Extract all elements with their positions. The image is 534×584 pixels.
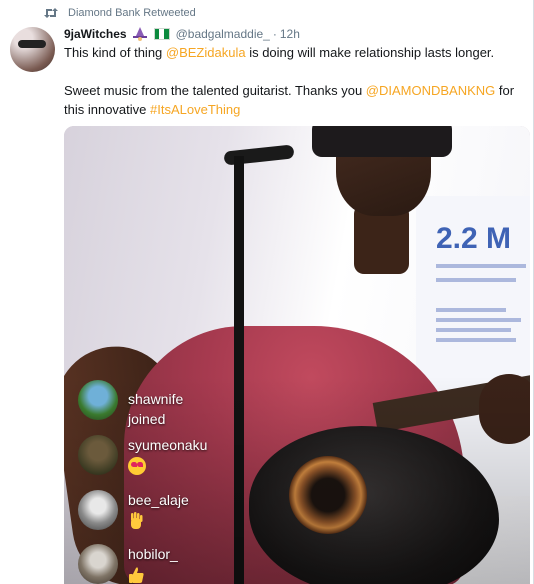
video-media[interactable]: 2.2 M shawnife joined syumeonaku bee_ala… bbox=[64, 126, 530, 584]
comment-username: syumeonaku bbox=[128, 437, 208, 453]
nigeria-flag-icon bbox=[153, 28, 170, 40]
comment-username: bee_alaje bbox=[128, 492, 189, 508]
avatar-glasses bbox=[18, 40, 46, 48]
banner-text-line bbox=[436, 318, 521, 322]
comment-content: hobilor_ bbox=[128, 544, 178, 584]
live-comment: hobilor_ bbox=[78, 544, 178, 584]
mention-link[interactable]: @BEZidakula bbox=[166, 45, 246, 60]
comment-emoji bbox=[128, 457, 207, 480]
banner-text-line bbox=[436, 278, 516, 282]
live-comment: shawnife joined bbox=[78, 380, 183, 429]
banner-text-line bbox=[436, 264, 526, 268]
live-comment: bee_alaje bbox=[78, 490, 189, 535]
tweet-text-line-1: This kind of thing @BEZidakula is doing … bbox=[64, 43, 524, 62]
retweet-icon bbox=[44, 8, 58, 18]
tweet-text-line-3: this innovative #ItsALoveThing bbox=[64, 100, 524, 119]
banner-title: 2.2 M bbox=[436, 222, 512, 255]
comment-emoji bbox=[128, 512, 189, 535]
comment-content: shawnife joined bbox=[128, 389, 183, 429]
comment-username: shawnife joined bbox=[128, 391, 184, 427]
commenter-avatar[interactable] bbox=[78, 435, 118, 475]
comment-emoji bbox=[128, 566, 178, 584]
comment-content: bee_alaje bbox=[128, 490, 189, 535]
commenter-avatar[interactable] bbox=[78, 544, 118, 584]
banner-text-line bbox=[436, 338, 516, 342]
mention-link[interactable]: @DIAMONDBANKNG bbox=[366, 83, 496, 98]
thumbs-up-emoji-icon bbox=[129, 567, 144, 583]
commenter-avatar[interactable] bbox=[78, 380, 118, 420]
banner-text-line bbox=[436, 308, 506, 312]
guitarist-cap bbox=[312, 126, 452, 157]
commenter-avatar[interactable] bbox=[78, 490, 118, 530]
live-comment: syumeonaku bbox=[78, 435, 207, 480]
comment-username: hobilor_ bbox=[128, 546, 178, 562]
waving-hand-emoji-icon bbox=[131, 512, 143, 529]
tweet-header: 9jaWitches @badgalmaddie_ · 12h bbox=[64, 27, 300, 41]
heart-eyes-emoji-icon bbox=[128, 457, 146, 475]
witch-emoji-icon bbox=[132, 27, 147, 41]
tweet-text: This kind of thing @BEZidakula is doing … bbox=[64, 43, 524, 119]
text-segment: This kind of thing bbox=[64, 45, 166, 60]
user-handle[interactable]: @badgalmaddie_ bbox=[176, 27, 270, 41]
text-segment: for bbox=[495, 83, 515, 98]
separator: · bbox=[272, 27, 277, 41]
comment-content: syumeonaku bbox=[128, 435, 207, 480]
text-segment: this innovative bbox=[64, 102, 150, 117]
tweet-timestamp[interactable]: 12h bbox=[280, 27, 300, 41]
display-name[interactable]: 9jaWitches bbox=[64, 27, 127, 41]
tweet-text-line-2: Sweet music from the talented guitarist.… bbox=[64, 81, 524, 100]
text-segment: Sweet music from the talented guitarist.… bbox=[64, 83, 366, 98]
banner-text-line bbox=[436, 328, 511, 332]
retweet-indicator: Diamond Bank Retweeted bbox=[44, 7, 196, 19]
retweet-label[interactable]: Diamond Bank Retweeted bbox=[68, 7, 196, 19]
tweet-card[interactable]: Diamond Bank Retweeted 9jaWitches @badga… bbox=[0, 0, 534, 584]
avatar[interactable] bbox=[10, 27, 55, 72]
hashtag-link[interactable]: #ItsALoveThing bbox=[150, 102, 240, 117]
text-segment: is doing will make relationship lasts lo… bbox=[245, 45, 495, 60]
